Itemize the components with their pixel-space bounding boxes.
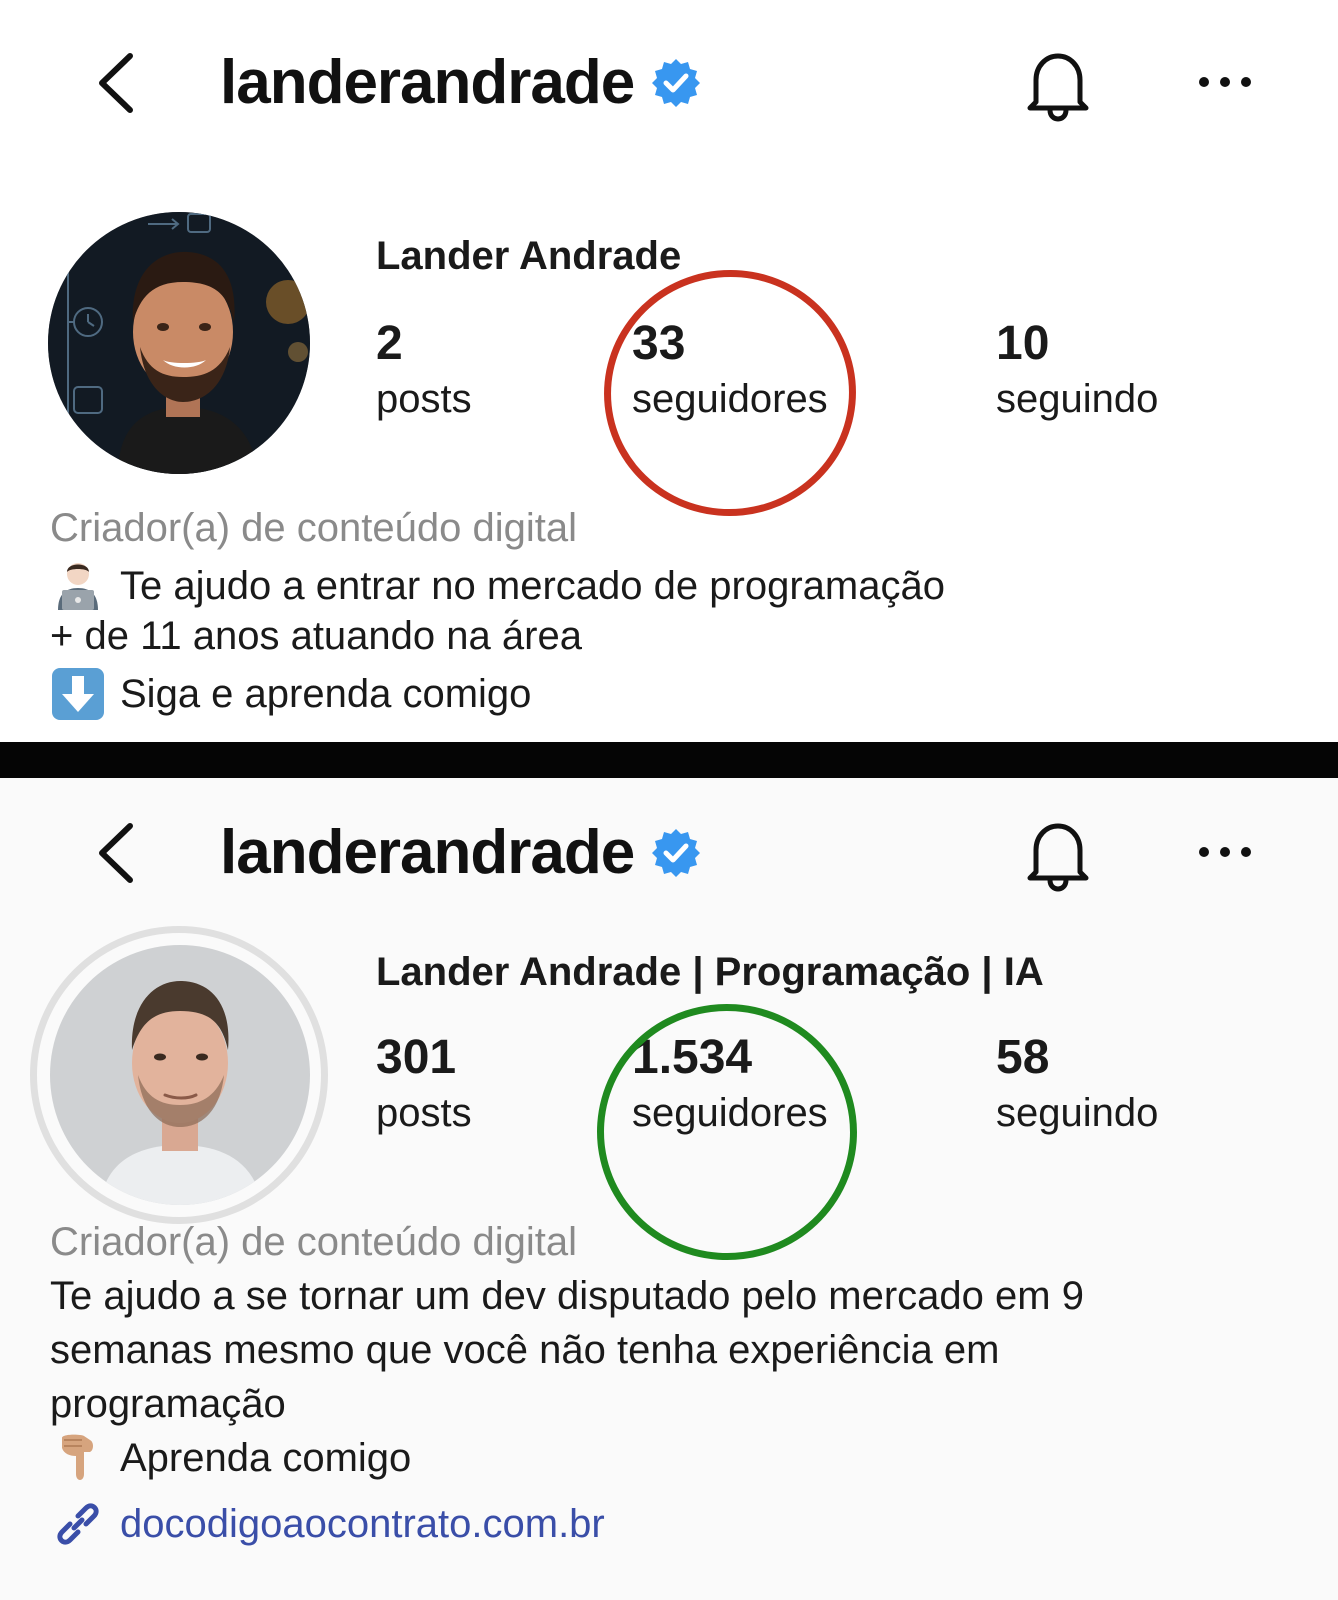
down-arrow-emoji-icon xyxy=(52,668,104,720)
posts-count: 301 xyxy=(376,1031,457,1084)
more-horizontal-icon[interactable] xyxy=(1196,840,1254,864)
stat-following[interactable]: 58 seguindo xyxy=(996,1031,1159,1137)
link-icon xyxy=(57,1503,99,1545)
profile-link[interactable]: docodigoaocontrato.com.br xyxy=(50,1496,605,1552)
profile-header: landerandrade xyxy=(0,0,1338,170)
bio-line: Aprenda comigo xyxy=(50,1432,411,1484)
technologist-emoji-icon xyxy=(58,563,98,610)
bio-text: Te ajudo a se tornar um dev disputado pe… xyxy=(50,1274,1084,1318)
stat-posts[interactable]: 2 posts xyxy=(376,317,472,423)
bell-icon[interactable] xyxy=(1022,816,1094,892)
avatar[interactable] xyxy=(50,945,310,1205)
display-name: Lander Andrade | Programação | IA xyxy=(376,950,1044,994)
bio-line: + de 11 anos atuando na área xyxy=(50,614,582,659)
bio-line: Siga e aprenda comigo xyxy=(50,668,531,720)
bio-text: Aprenda comigo xyxy=(120,1435,412,1480)
bio-text: Siga e aprenda comigo xyxy=(120,671,532,716)
profile-category: Criador(a) de conteúdo digital xyxy=(50,506,577,550)
profile-category: Criador(a) de conteúdo digital xyxy=(50,1220,577,1264)
bio-text: + de 11 anos atuando na área xyxy=(50,614,582,658)
bio-line: Te ajudo a entrar no mercado de programa… xyxy=(50,560,945,612)
bio-line: programação xyxy=(50,1382,286,1427)
bio-line: Te ajudo a se tornar um dev disputado pe… xyxy=(50,1274,1084,1319)
bio-text: Te ajudo a entrar no mercado de programa… xyxy=(120,563,945,608)
username-row: landerandrade xyxy=(220,48,702,118)
posts-label: posts xyxy=(376,1090,472,1135)
bio-line: semanas mesmo que você não tenha experiê… xyxy=(50,1328,999,1373)
more-horizontal-icon[interactable] xyxy=(1196,70,1254,94)
posts-count: 2 xyxy=(376,317,403,370)
pointing-down-emoji-icon xyxy=(62,1434,93,1480)
link-text[interactable]: docodigoaocontrato.com.br xyxy=(120,1502,605,1547)
stat-posts[interactable]: 301 posts xyxy=(376,1031,472,1137)
display-name: Lander Andrade xyxy=(376,234,682,278)
username: landerandrade xyxy=(220,818,635,887)
posts-label: posts xyxy=(376,376,472,421)
chevron-left-icon[interactable] xyxy=(92,818,142,888)
profile-header: landerandrade xyxy=(0,778,1338,940)
bell-icon[interactable] xyxy=(1022,46,1094,122)
bio-text: programação xyxy=(50,1382,286,1426)
profile-panel-before: landerandrade Lander Andrade 2 posts 33 … xyxy=(0,0,1338,742)
verified-badge-icon xyxy=(652,59,701,107)
verified-badge-icon xyxy=(652,829,701,877)
panel-divider xyxy=(0,742,1338,778)
username-row: landerandrade xyxy=(220,818,702,888)
following-count: 58 xyxy=(996,1031,1050,1084)
following-count: 10 xyxy=(996,317,1050,370)
bio-text: semanas mesmo que você não tenha experiê… xyxy=(50,1328,1000,1372)
chevron-left-icon[interactable] xyxy=(92,48,142,118)
following-label: seguindo xyxy=(996,376,1159,421)
avatar[interactable] xyxy=(48,212,310,474)
following-label: seguindo xyxy=(996,1090,1159,1135)
username: landerandrade xyxy=(220,48,635,117)
profile-panel-after: landerandrade Lander Andrade | Programaç xyxy=(0,778,1338,1600)
stat-following[interactable]: 10 seguindo xyxy=(996,317,1159,423)
highlight-circle-red xyxy=(591,257,869,529)
